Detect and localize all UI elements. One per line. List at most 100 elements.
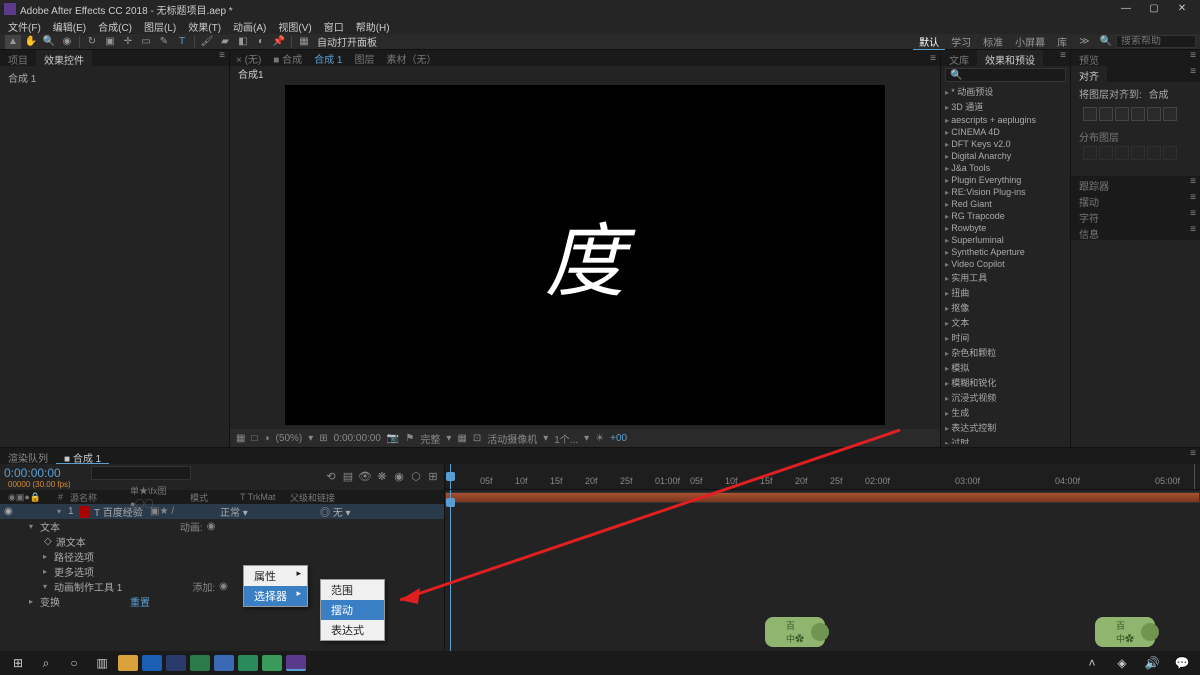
preview-menu-icon[interactable]: ≡: [1186, 50, 1200, 66]
dist-1-icon[interactable]: [1083, 146, 1097, 160]
fx-category-22[interactable]: 模糊和锐化: [941, 375, 1070, 390]
tl-shy-icon[interactable]: 👁: [358, 470, 372, 484]
fx-category-17[interactable]: 抠像: [941, 300, 1070, 315]
library-tab[interactable]: 文库: [941, 50, 977, 66]
viewer-tab-active[interactable]: 合成 1: [308, 49, 348, 68]
camera-tool-icon[interactable]: ▣: [102, 35, 118, 49]
fx-category-21[interactable]: 模拟: [941, 360, 1070, 375]
app-icon-2[interactable]: [166, 655, 186, 671]
fx-category-15[interactable]: 实用工具: [941, 270, 1070, 285]
align-menu-icon[interactable]: ≡: [1186, 66, 1200, 82]
align-top-icon[interactable]: [1131, 107, 1145, 121]
workspace-default[interactable]: 默认: [913, 34, 945, 50]
text-tool-icon[interactable]: T: [174, 35, 190, 49]
fx-category-13[interactable]: Synthetic Aperture: [941, 246, 1070, 258]
layer-search-input[interactable]: [91, 466, 191, 480]
menu-file[interactable]: 文件(F): [4, 19, 45, 34]
col-num[interactable]: #: [54, 492, 66, 502]
col-parent[interactable]: 父级和链接: [286, 491, 346, 504]
viewer-tab-none[interactable]: × (无): [230, 49, 267, 68]
menu-effect[interactable]: 效果(T): [184, 19, 225, 34]
fx-category-16[interactable]: 扭曲: [941, 285, 1070, 300]
add-arrow-icon[interactable]: ◉: [219, 581, 228, 592]
dist-2-icon[interactable]: [1099, 146, 1113, 160]
dist-4-icon[interactable]: [1131, 146, 1145, 160]
app-icon-4[interactable]: [214, 655, 234, 671]
tl-motion-icon[interactable]: ◉: [392, 470, 406, 484]
view-icon[interactable]: ⊡: [473, 433, 481, 444]
menu-window[interactable]: 窗口: [320, 19, 348, 34]
align-bottom-icon[interactable]: [1163, 107, 1177, 121]
zoom-tool-icon[interactable]: 🔍: [41, 35, 57, 49]
menu-animation[interactable]: 动画(A): [229, 19, 270, 34]
panel-menu-icon[interactable]: ≡: [215, 50, 229, 66]
viewer-area[interactable]: 度: [230, 80, 940, 429]
exposure-icon[interactable]: ☀: [595, 433, 604, 444]
res-icon[interactable]: ⊞: [319, 433, 327, 444]
ctx-property[interactable]: 属性: [244, 566, 307, 586]
dreamweaver-icon[interactable]: [262, 655, 282, 671]
time-display[interactable]: 0:00:00:00: [334, 433, 381, 444]
fx-category-1[interactable]: 3D 通道: [941, 99, 1070, 114]
source-text-prop[interactable]: ◇ 源文本: [0, 534, 444, 549]
clone-tool-icon[interactable]: ▰: [217, 35, 233, 49]
dist-5-icon[interactable]: [1147, 146, 1161, 160]
fx-category-8[interactable]: RE:Vision Plug-ins: [941, 186, 1070, 198]
align-center-h-icon[interactable]: [1099, 107, 1113, 121]
menu-help[interactable]: 帮助(H): [352, 19, 394, 34]
start-button[interactable]: ⊞: [6, 654, 30, 672]
tray-icon-2[interactable]: 🔊: [1140, 654, 1164, 672]
app-icon-1[interactable]: [142, 655, 162, 671]
workspace-small[interactable]: 小屏幕: [1009, 34, 1051, 49]
fx-category-5[interactable]: Digital Anarchy: [941, 150, 1070, 162]
res-label[interactable]: 完整: [420, 431, 440, 446]
col-trkmat[interactable]: T TrkMat: [236, 492, 286, 502]
viewer-tab-src[interactable]: 素材（无）: [380, 49, 442, 68]
fx-category-24[interactable]: 生成: [941, 405, 1070, 420]
preview-tab[interactable]: 预览: [1071, 50, 1107, 66]
col-source[interactable]: 源名称: [66, 491, 126, 504]
mask-icon[interactable]: ◑: [264, 433, 270, 444]
add-label[interactable]: 添加:: [192, 579, 215, 594]
selection-tool-icon[interactable]: ▲: [5, 35, 21, 49]
current-time[interactable]: 0:00:00:00: [4, 466, 71, 480]
tl-fx-icon[interactable]: ❋: [375, 470, 389, 484]
timeline-menu-icon[interactable]: ≡: [1186, 448, 1200, 464]
info-tab[interactable]: 信息: [1071, 224, 1107, 240]
toggle-icon[interactable]: ▦: [296, 35, 312, 49]
snapshot-icon[interactable]: 📷: [387, 433, 399, 444]
wiggle-tab[interactable]: 摆动: [1071, 192, 1107, 208]
composition-canvas[interactable]: 度: [285, 85, 885, 425]
fx-category-20[interactable]: 杂色和颗粒: [941, 345, 1070, 360]
dist-3-icon[interactable]: [1115, 146, 1129, 160]
zoom-value[interactable]: (50%): [276, 433, 303, 444]
views-label[interactable]: 1个...: [554, 431, 578, 446]
viewer-tab-comp[interactable]: ■ 合成: [267, 49, 308, 68]
fx-category-4[interactable]: DFT Keys v2.0: [941, 138, 1070, 150]
fx-category-2[interactable]: aescripts + aeplugins: [941, 114, 1070, 126]
fx-category-9[interactable]: Red Giant: [941, 198, 1070, 210]
fx-category-25[interactable]: 表达式控制: [941, 420, 1070, 435]
reset-link[interactable]: 重置: [130, 594, 150, 609]
ctx-expression[interactable]: 表达式: [321, 620, 384, 640]
grid-icon[interactable]: ▦: [457, 433, 466, 444]
fx-category-0[interactable]: * 动画预设: [941, 84, 1070, 99]
fx-category-3[interactable]: CINEMA 4D: [941, 126, 1070, 138]
offset-value[interactable]: +00: [610, 433, 627, 444]
fx-category-19[interactable]: 时间: [941, 330, 1070, 345]
orbit-tool-icon[interactable]: ◉: [59, 35, 75, 49]
app-icon-5[interactable]: [238, 655, 258, 671]
task-view-icon[interactable]: ▥: [90, 654, 114, 672]
puppet-tool-icon[interactable]: 📌: [271, 35, 287, 49]
dist-6-icon[interactable]: [1163, 146, 1177, 160]
menu-view[interactable]: 视图(V): [274, 19, 315, 34]
channel-icon[interactable]: ▦: [236, 433, 245, 444]
fx-category-6[interactable]: J&a Tools: [941, 162, 1070, 174]
animate-arrow-icon[interactable]: ◉: [207, 521, 216, 532]
anchor-tool-icon[interactable]: ✛: [120, 35, 136, 49]
align-left-icon[interactable]: [1083, 107, 1097, 121]
tl-snap-icon[interactable]: ⟲: [324, 470, 338, 484]
more-options[interactable]: ▸更多选项: [0, 564, 444, 579]
workspace-more[interactable]: ≫: [1073, 36, 1095, 47]
menu-composition[interactable]: 合成(C): [94, 19, 136, 34]
